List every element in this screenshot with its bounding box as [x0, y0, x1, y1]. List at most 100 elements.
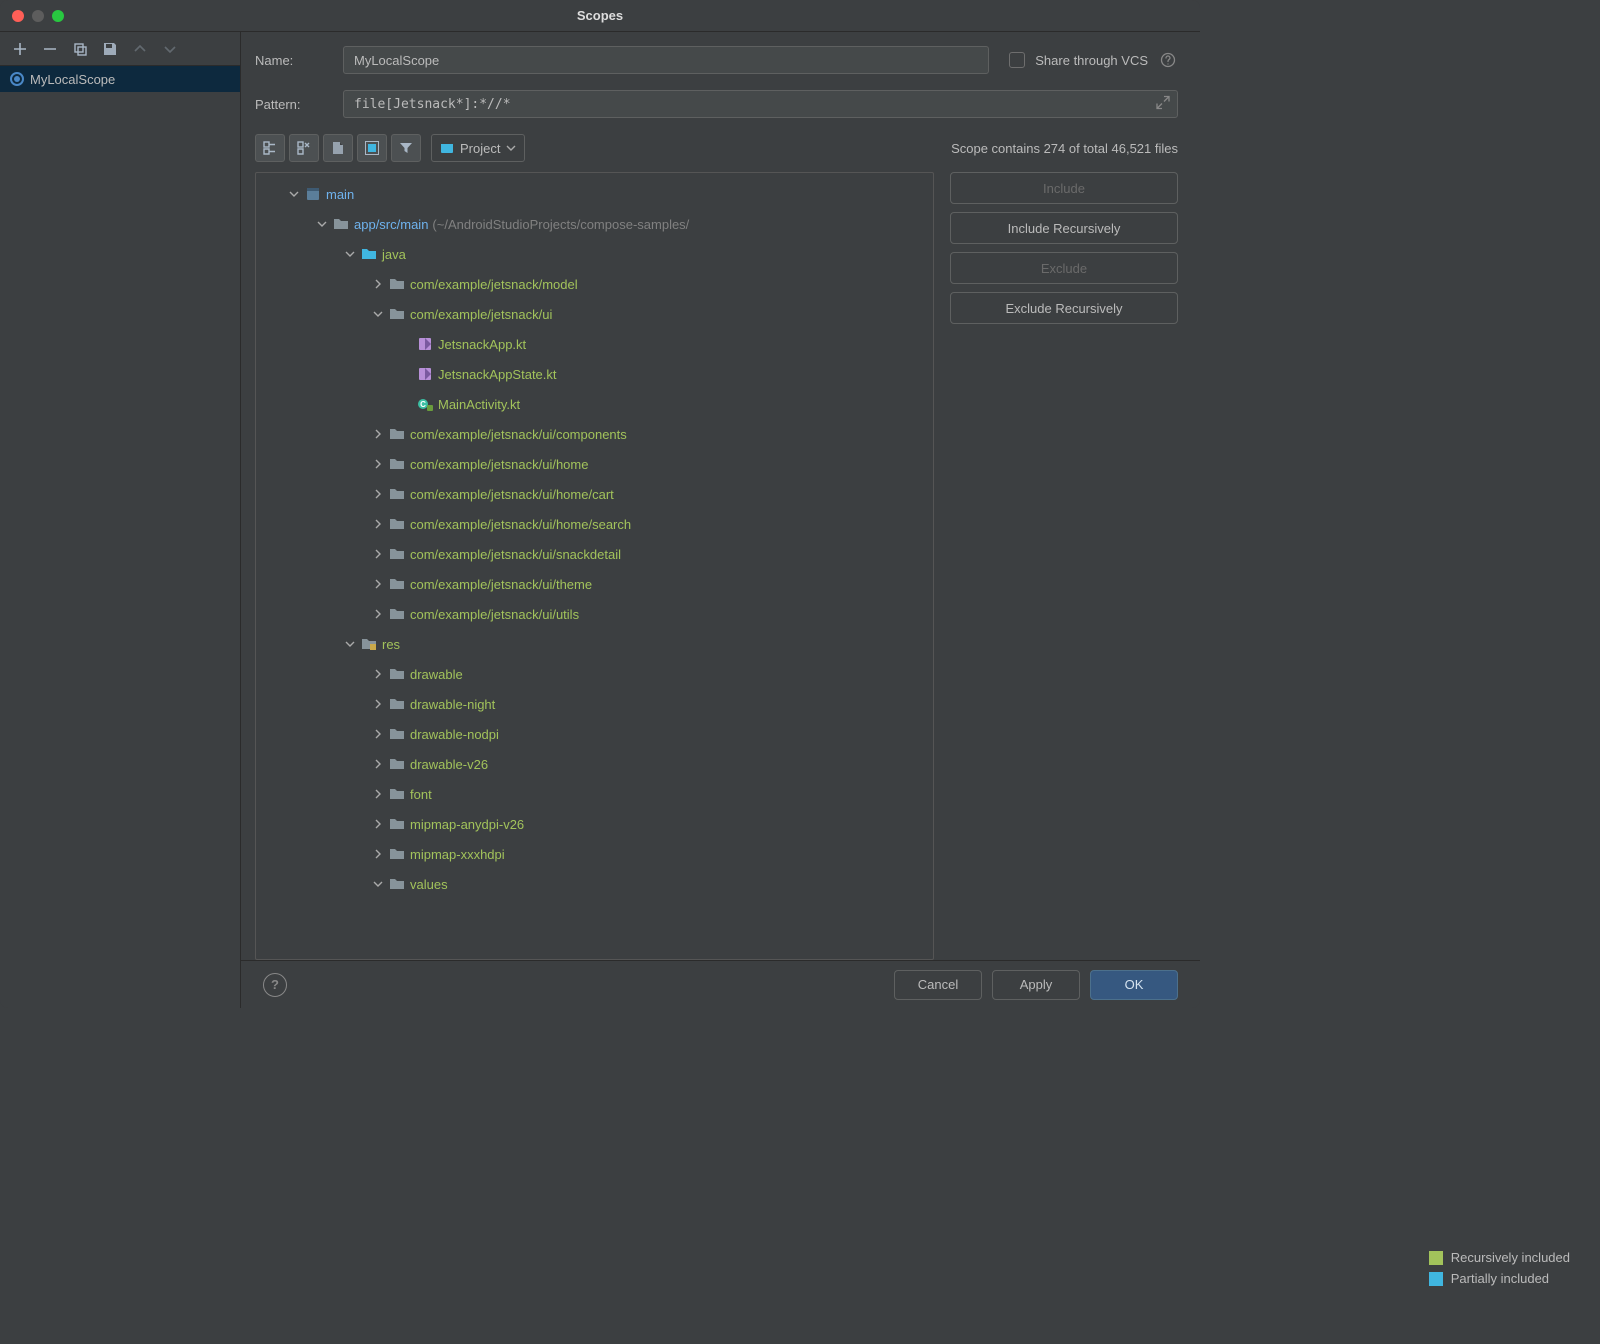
- chevron-down-icon[interactable]: [370, 306, 386, 322]
- tree-label: JetsnackAppState.kt: [438, 367, 557, 382]
- module-icon: [304, 185, 322, 203]
- chevron-right-icon[interactable]: [370, 456, 386, 472]
- chevron-down-icon[interactable]: [314, 216, 330, 232]
- expand-all-button[interactable]: [255, 134, 285, 162]
- chevron-right-icon[interactable]: [370, 726, 386, 742]
- tree-node[interactable]: com/example/jetsnack/ui/home: [256, 449, 933, 479]
- scope-stats: Scope contains 274 of total 46,521 files: [951, 141, 1178, 156]
- folder-icon: [388, 275, 406, 293]
- tree-label: java: [382, 247, 406, 262]
- folder-icon: [388, 515, 406, 533]
- include-button[interactable]: Include: [950, 172, 1178, 204]
- apply-button[interactable]: Apply: [992, 970, 1080, 1000]
- collapse-all-button[interactable]: [289, 134, 319, 162]
- tree-label: com/example/jetsnack/model: [410, 277, 578, 292]
- tree-node[interactable]: com/example/jetsnack/ui/home/cart: [256, 479, 933, 509]
- copy-button[interactable]: [66, 36, 94, 62]
- chevron-down-icon[interactable]: [370, 876, 386, 892]
- scope-buttons: Include Include Recursively Exclude Excl…: [950, 172, 1178, 960]
- title: Scopes: [0, 8, 1200, 23]
- activity-icon: C: [416, 395, 434, 413]
- tree-node[interactable]: JetsnackAppState.kt: [256, 359, 933, 389]
- folder-icon: [388, 785, 406, 803]
- titlebar[interactable]: Scopes: [0, 0, 1200, 32]
- file-tree[interactable]: main app/src/main(~/AndroidStudioProjects…: [255, 172, 934, 960]
- tree-node[interactable]: com/example/jetsnack/model: [256, 269, 933, 299]
- tree-node[interactable]: mipmap-xxxhdpi: [256, 839, 933, 869]
- tree-node[interactable]: mipmap-anydpi-v26: [256, 809, 933, 839]
- add-button[interactable]: [6, 36, 34, 62]
- chevron-right-icon[interactable]: [370, 606, 386, 622]
- tree-node[interactable]: com/example/jetsnack/ui/components: [256, 419, 933, 449]
- filter-button[interactable]: [391, 134, 421, 162]
- chevron-right-icon[interactable]: [370, 276, 386, 292]
- tree-node[interactable]: com/example/jetsnack/ui/snackdetail: [256, 539, 933, 569]
- ok-button[interactable]: OK: [1090, 970, 1178, 1000]
- include-recursively-button[interactable]: Include Recursively: [950, 212, 1178, 244]
- tree-label: main: [326, 187, 354, 202]
- chevron-right-icon[interactable]: [370, 846, 386, 862]
- tree-node[interactable]: values: [256, 869, 933, 899]
- folder-icon: [388, 695, 406, 713]
- expand-icon[interactable]: [1156, 96, 1170, 113]
- tree-node[interactable]: main: [256, 179, 933, 209]
- tree-label: com/example/jetsnack/ui/home/cart: [410, 487, 614, 502]
- tree-node[interactable]: com/example/jetsnack/ui/utils: [256, 599, 933, 629]
- folder-icon: [388, 755, 406, 773]
- tree-node[interactable]: drawable-night: [256, 689, 933, 719]
- name-input[interactable]: [343, 46, 989, 74]
- chevron-right-icon[interactable]: [370, 666, 386, 682]
- tree-label: com/example/jetsnack/ui/theme: [410, 577, 592, 592]
- tree-node[interactable]: drawable: [256, 659, 933, 689]
- folder-src-icon: [360, 245, 378, 263]
- folder-icon: [388, 845, 406, 863]
- chevron-down-icon[interactable]: [342, 636, 358, 652]
- scope-label: MyLocalScope: [30, 72, 115, 87]
- tree-label: drawable: [410, 667, 463, 682]
- chevron-right-icon[interactable]: [370, 696, 386, 712]
- scope-item[interactable]: MyLocalScope: [0, 66, 240, 92]
- chevron-down-icon[interactable]: [286, 186, 302, 202]
- tree-label: com/example/jetsnack/ui/snackdetail: [410, 547, 621, 562]
- tree-node[interactable]: font: [256, 779, 933, 809]
- scope-combo-label: Project: [460, 141, 500, 156]
- move-up-button: [126, 36, 154, 62]
- tree-node[interactable]: com/example/jetsnack/ui: [256, 299, 933, 329]
- scope-combo[interactable]: Project: [431, 134, 525, 162]
- tree-node[interactable]: com/example/jetsnack/ui/theme: [256, 569, 933, 599]
- show-files-button[interactable]: [323, 134, 353, 162]
- chevron-right-icon[interactable]: [370, 486, 386, 502]
- chevron-right-icon[interactable]: [370, 756, 386, 772]
- chevron-down-icon[interactable]: [342, 246, 358, 262]
- chevron-right-icon[interactable]: [370, 816, 386, 832]
- help-button[interactable]: ?: [263, 973, 287, 997]
- tree-node[interactable]: res: [256, 629, 933, 659]
- tree-node[interactable]: com/example/jetsnack/ui/home/search: [256, 509, 933, 539]
- exclude-recursively-button[interactable]: Exclude Recursively: [950, 292, 1178, 324]
- tree-node[interactable]: app/src/main(~/AndroidStudioProjects/com…: [256, 209, 933, 239]
- chevron-right-icon[interactable]: [370, 546, 386, 562]
- exclude-button[interactable]: Exclude: [950, 252, 1178, 284]
- chevron-down-icon: [506, 143, 516, 153]
- chevron-right-icon[interactable]: [370, 516, 386, 532]
- pattern-input[interactable]: [343, 90, 1178, 118]
- tree-label: mipmap-anydpi-v26: [410, 817, 524, 832]
- remove-button[interactable]: [36, 36, 64, 62]
- tree-label: MainActivity.kt: [438, 397, 520, 412]
- tree-label: drawable-night: [410, 697, 495, 712]
- tree-node[interactable]: JetsnackApp.kt: [256, 329, 933, 359]
- chevron-right-icon[interactable]: [370, 576, 386, 592]
- show-included-button[interactable]: [357, 134, 387, 162]
- cancel-button[interactable]: Cancel: [894, 970, 982, 1000]
- tree-node[interactable]: drawable-v26: [256, 749, 933, 779]
- save-button[interactable]: [96, 36, 124, 62]
- tree-node[interactable]: drawable-nodpi: [256, 719, 933, 749]
- tree-label: font: [410, 787, 432, 802]
- chevron-right-icon[interactable]: [370, 426, 386, 442]
- tree-node[interactable]: C MainActivity.kt: [256, 389, 933, 419]
- share-vcs-checkbox[interactable]: [1009, 52, 1025, 68]
- tree-node[interactable]: java: [256, 239, 933, 269]
- chevron-right-icon[interactable]: [370, 786, 386, 802]
- tree-label: com/example/jetsnack/ui/home/search: [410, 517, 631, 532]
- help-icon[interactable]: [1158, 47, 1178, 73]
